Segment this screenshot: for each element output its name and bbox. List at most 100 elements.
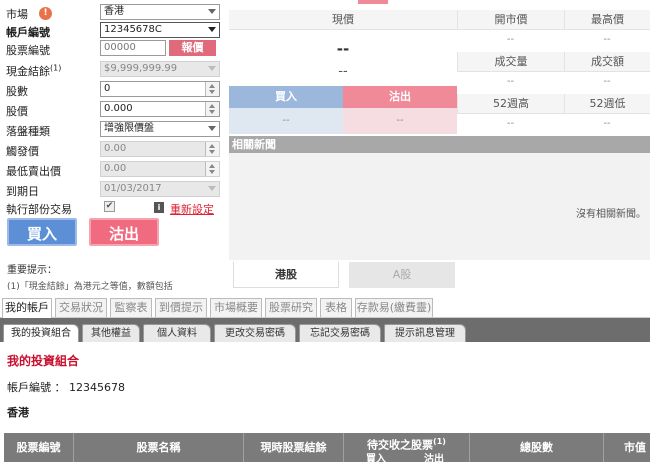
sell-button[interactable]: 沽出 — [89, 218, 159, 246]
quote-button[interactable]: 報價 — [169, 40, 216, 56]
news-body: 沒有相關新聞。 — [229, 153, 650, 260]
order-type-value: 增強限價盤 — [104, 123, 154, 134]
turnover-value: -- — [603, 76, 611, 87]
subtab-personal-info[interactable]: 個人資料 — [143, 324, 211, 342]
account-select[interactable]: 12345678C — [100, 22, 220, 38]
account-label: 帳戶編號 — [6, 26, 50, 39]
chevron-down-icon — [208, 126, 216, 131]
order-form: 市場 ! 香港 帳戶編號 12345678C 股票編號 00000 報價 現金結… — [0, 0, 230, 296]
market-row: 市場 ! 香港 — [6, 4, 226, 22]
min-price-row: 最低賣出價 0.00 — [6, 161, 226, 179]
tab-a-shares[interactable]: A股 — [349, 262, 455, 288]
th-pending-buy: 買入 — [366, 454, 386, 465]
stock-code-input[interactable]: 00000 — [100, 40, 166, 56]
account-select-value: 12345678C — [104, 24, 162, 35]
low52-label: 52週低 — [564, 94, 650, 114]
quantity-label: 股數 — [6, 85, 28, 98]
price-value: 0.000 — [104, 103, 133, 114]
expiry-select: 01/03/2017 — [100, 181, 220, 197]
subtab-portfolio[interactable]: 我的投資組合 — [3, 324, 79, 342]
chevron-down-icon — [208, 9, 216, 14]
current-price-value: -- — [336, 40, 350, 58]
section-title: 我的投資組合 — [7, 354, 80, 368]
subtab-alert-management[interactable]: 提示訊息管理 — [384, 324, 466, 342]
expiry-value: 01/03/2017 — [104, 183, 162, 194]
stepper-arrows-icon — [205, 142, 219, 156]
cash-balance-label-text: 現金結餘 — [6, 65, 50, 78]
news-header: 相關新聞 — [229, 136, 650, 153]
subtab-forgot-password[interactable]: 忘記交易密碼 — [299, 324, 381, 342]
order-type-row: 落盤種類 增強限價盤 — [6, 121, 226, 139]
tab-my-account[interactable]: 我的帳戶 — [2, 298, 52, 318]
info-icon[interactable]: ! — [39, 7, 52, 20]
tab-price-alert[interactable]: 到價提示 — [155, 298, 207, 317]
ask-label: 沽出 — [343, 86, 457, 108]
tab-watchlist[interactable]: 監察表 — [110, 298, 152, 317]
tab-stock-research[interactable]: 股票研究 — [265, 298, 317, 317]
high-value: -- — [603, 34, 611, 45]
reset-link[interactable]: 重新設定 — [170, 201, 214, 217]
stepper-arrows-icon[interactable] — [205, 82, 219, 96]
th-stock-code: 股票編號 — [4, 433, 74, 462]
subtab-other-rights[interactable]: 其他權益 — [82, 324, 140, 342]
high52-value: -- — [506, 118, 515, 129]
tab-trade-status[interactable]: 交易狀況 — [55, 298, 107, 317]
buy-button[interactable]: 買入 — [7, 218, 77, 246]
stepper-arrows-icon[interactable] — [205, 102, 219, 116]
tab-market-overview[interactable]: 市場概要 — [210, 298, 262, 317]
quantity-value: 0 — [104, 83, 111, 94]
info-icon[interactable]: i — [154, 202, 164, 213]
tab-forms[interactable]: 表格 — [320, 298, 352, 317]
quantity-stepper[interactable]: 0 — [100, 81, 220, 97]
trigger-price-value: 0.00 — [104, 143, 127, 154]
bid-value: -- — [229, 108, 343, 134]
price-row: 股價 0.000 — [6, 101, 226, 119]
stock-code-row: 股票編號 00000 報價 — [6, 40, 226, 58]
order-type-label: 落盤種類 — [6, 125, 50, 138]
th-total-shares: 總股數 — [470, 433, 604, 462]
low52-value: -- — [603, 118, 611, 129]
min-price-stepper: 0.00 — [100, 161, 220, 177]
sub-nav: 我的投資組合 其他權益 個人資料 更改交易密碼 忘記交易密碼 提示訊息管理 — [0, 318, 650, 342]
trigger-price-stepper: 0.00 — [100, 141, 220, 157]
partial-checkbox[interactable]: ✔ — [104, 201, 115, 212]
th-stock-name: 股票名稱 — [74, 433, 244, 462]
current-price-label: 現價 — [229, 10, 457, 30]
top-accent-bar — [358, 0, 388, 4]
trigger-price-label: 觸發價 — [6, 145, 39, 158]
stock-code-value: 00000 — [104, 42, 136, 53]
high52-label: 52週高 — [457, 94, 564, 114]
th-pending-sup: (1) — [433, 437, 446, 446]
volume-value: -- — [506, 76, 515, 87]
market-title: 香港 — [7, 406, 29, 419]
portfolio-content: 我的投資組合 帳戶編號 ： 12345678 香港 股票編號 股票名稱 現時股票… — [0, 342, 650, 465]
chevron-down-icon — [208, 27, 216, 32]
chevron-down-icon — [208, 66, 216, 71]
min-price-label: 最低賣出價 — [6, 165, 61, 178]
tab-hk-stocks[interactable]: 港股 — [233, 262, 339, 288]
volume-label: 成交量 — [457, 52, 564, 72]
min-price-value: 0.00 — [104, 163, 127, 174]
current-change-value: -- — [338, 64, 348, 79]
notice-title: 重要提示： — [7, 265, 57, 276]
price-stepper[interactable]: 0.000 — [100, 101, 220, 117]
order-type-select[interactable]: 增強限價盤 — [100, 121, 220, 137]
market-select[interactable]: 香港 — [100, 4, 220, 20]
cash-balance-label: 現金結餘(1) — [6, 63, 61, 79]
account-row: 帳戶編號 12345678C — [6, 22, 226, 40]
open-label: 開市價 — [457, 10, 564, 30]
bid-label: 買入 — [229, 86, 343, 108]
th-market-value: 市值 — [624, 441, 646, 454]
main-nav: 我的帳戶 交易狀況 監察表 到價提示 市場概要 股票研究 表格 存款易(繳費靈) — [0, 296, 650, 318]
subtab-change-password[interactable]: 更改交易密碼 — [214, 324, 296, 342]
market-select-value: 香港 — [104, 6, 124, 17]
quote-panel: 現價 -- -- 開市價 最高價 -- -- 成交量 成交額 -- -- 52週… — [229, 0, 650, 296]
cash-balance-value: $9,999,999.99 — [104, 63, 178, 74]
turnover-label: 成交額 — [564, 52, 650, 72]
tab-deposit[interactable]: 存款易(繳費靈) — [355, 298, 433, 317]
no-news-text: 沒有相關新聞。 — [576, 209, 646, 220]
trigger-price-row: 觸發價 0.00 — [6, 141, 226, 159]
account-line: 帳戶編號 ： 12345678 — [7, 381, 125, 394]
portfolio-table-header: 股票編號 股票名稱 現時股票結餘 待交收之股票(1) 買入 沽出 總股數 市值 — [4, 433, 650, 465]
price-label: 股價 — [6, 105, 28, 118]
